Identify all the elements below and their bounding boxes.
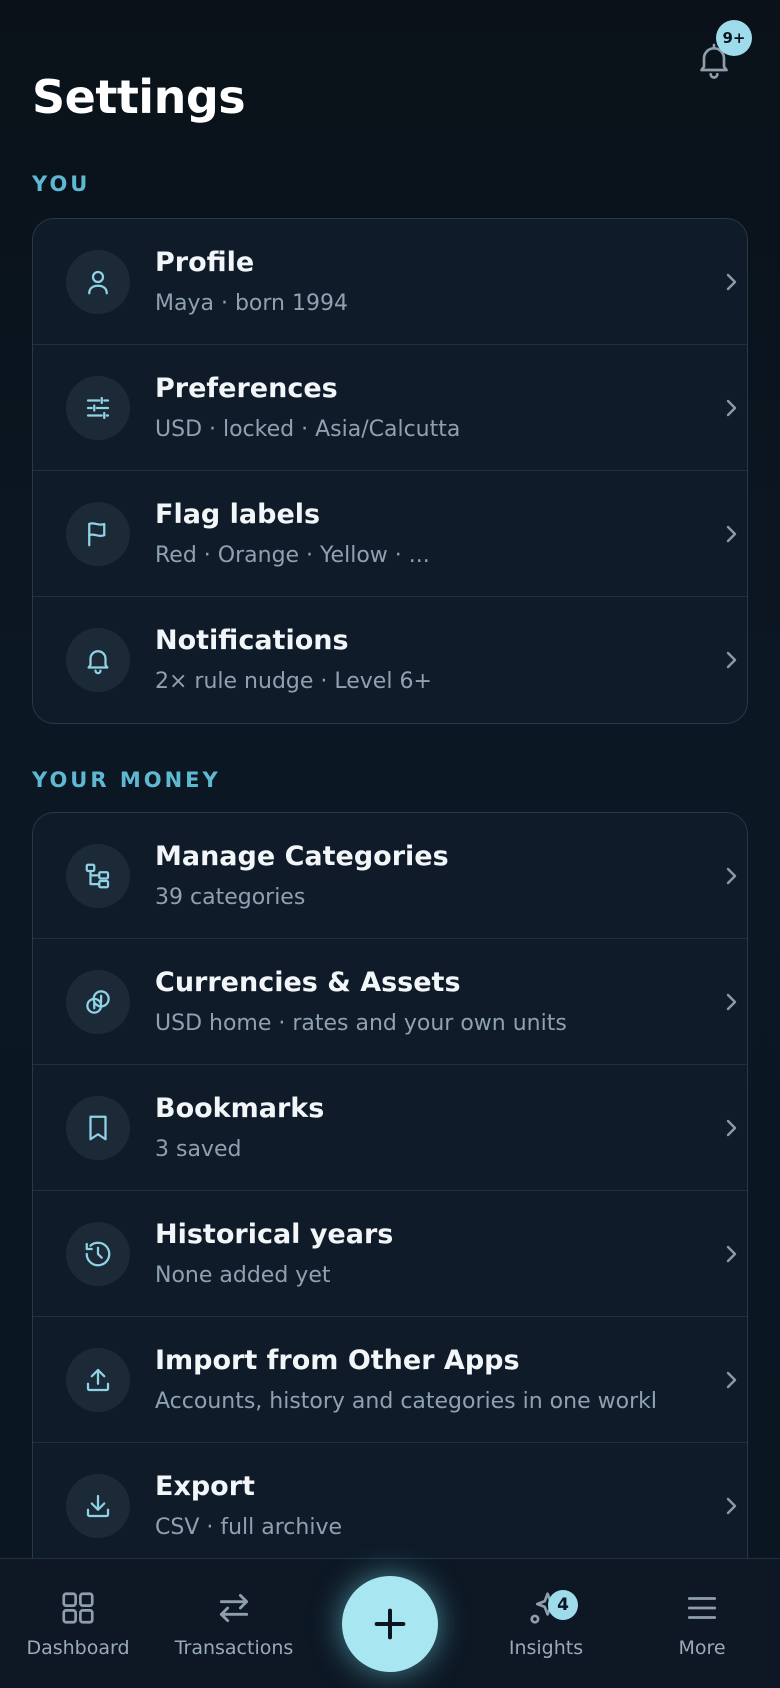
row-title: Profile [155,247,255,278]
row-subtitle: USD · locked · Asia/Calcutta [155,417,461,442]
row-title: Bookmarks [155,1093,325,1124]
notification-badge: 9+ [716,20,752,56]
row-subtitle: Red · Orange · Yellow · ... [155,543,430,568]
settings-row-manage-categories[interactable]: Manage Categories 39 categories [33,813,747,939]
nav-label: Transactions [174,1637,294,1659]
chevron-right-icon [726,867,737,885]
plus-icon [374,1608,406,1640]
row-title: Preferences [155,373,338,404]
row-title: Historical years [155,1219,394,1250]
download-icon [66,1474,130,1538]
chevron-right-icon [726,1371,737,1389]
page-title: Settings [32,70,246,124]
row-subtitle: 39 categories [155,885,306,910]
sliders-icon [66,376,130,440]
row-title: Flag labels [155,499,321,530]
row-title: Export [155,1471,255,1502]
history-icon [66,1222,130,1286]
section-label-your-money: YOUR MONEY [32,768,221,792]
settings-row-profile[interactable]: Profile Maya · born 1994 [33,219,747,345]
settings-row-notifications[interactable]: Notifications 2× rule nudge · Level 6+ [33,597,747,723]
add-transaction-button[interactable] [342,1576,438,1672]
upload-icon [66,1348,130,1412]
menu-icon [687,1597,717,1619]
bell-icon [66,628,130,692]
section-label-you: YOU [32,172,91,196]
insights-badge: 4 [548,1590,578,1620]
grid-icon [62,1592,94,1624]
settings-screen: 9+ Settings YOU Profile Maya · born 1994… [0,0,780,1688]
row-subtitle: 3 saved [155,1137,242,1162]
row-subtitle: 2× rule nudge · Level 6+ [155,669,432,694]
row-subtitle: Maya · born 1994 [155,291,348,316]
chevron-right-icon [726,525,737,543]
settings-row-currencies-assets[interactable]: Currencies & Assets USD home · rates and… [33,939,747,1065]
row-subtitle: None added yet [155,1263,331,1288]
chevron-right-icon [726,1245,737,1263]
arrows-swap-icon [219,1593,249,1623]
chevron-right-icon [726,1119,737,1137]
bookmark-icon [66,1096,130,1160]
row-subtitle: Accounts, history and categories in one … [155,1389,655,1414]
chevron-right-icon [726,273,737,291]
nav-label: Dashboard [26,1637,130,1659]
row-subtitle: CSV · full archive [155,1515,343,1540]
settings-row-import[interactable]: Import from Other Apps Accounts, history… [33,1317,747,1443]
settings-card-you: Profile Maya · born 1994 Preferences USD… [32,218,748,724]
nav-item-dashboard[interactable]: Dashboard [18,1559,138,1688]
settings-card-your-money: Manage Categories 39 categories Currenci… [32,812,748,1612]
settings-row-historical-years[interactable]: Historical years None added yet [33,1191,747,1317]
row-title: Currencies & Assets [155,967,461,998]
chevron-right-icon [726,651,737,669]
nav-item-insights[interactable]: Insights [486,1559,606,1688]
settings-row-bookmarks[interactable]: Bookmarks 3 saved [33,1065,747,1191]
row-title: Notifications [155,625,349,656]
nav-label: Insights [508,1637,584,1659]
nav-item-transactions[interactable]: Transactions [168,1559,300,1688]
chevron-right-icon [726,1497,737,1515]
flag-icon [66,502,130,566]
coins-icon [66,970,130,1034]
settings-row-flag-labels[interactable]: Flag labels Red · Orange · Yellow · ... [33,471,747,597]
category-tree-icon [66,844,130,908]
settings-row-preferences[interactable]: Preferences USD · locked · Asia/Calcutta [33,345,747,471]
nav-label: More [678,1637,726,1659]
chevron-right-icon [726,993,737,1011]
row-title: Manage Categories [155,841,449,872]
person-icon [66,250,130,314]
settings-row-export[interactable]: Export CSV · full archive [33,1443,747,1569]
chevron-right-icon [726,399,737,417]
row-subtitle: USD home · rates and your own units [155,1011,567,1036]
row-title: Import from Other Apps [155,1345,520,1376]
nav-item-more[interactable]: More [642,1559,762,1688]
